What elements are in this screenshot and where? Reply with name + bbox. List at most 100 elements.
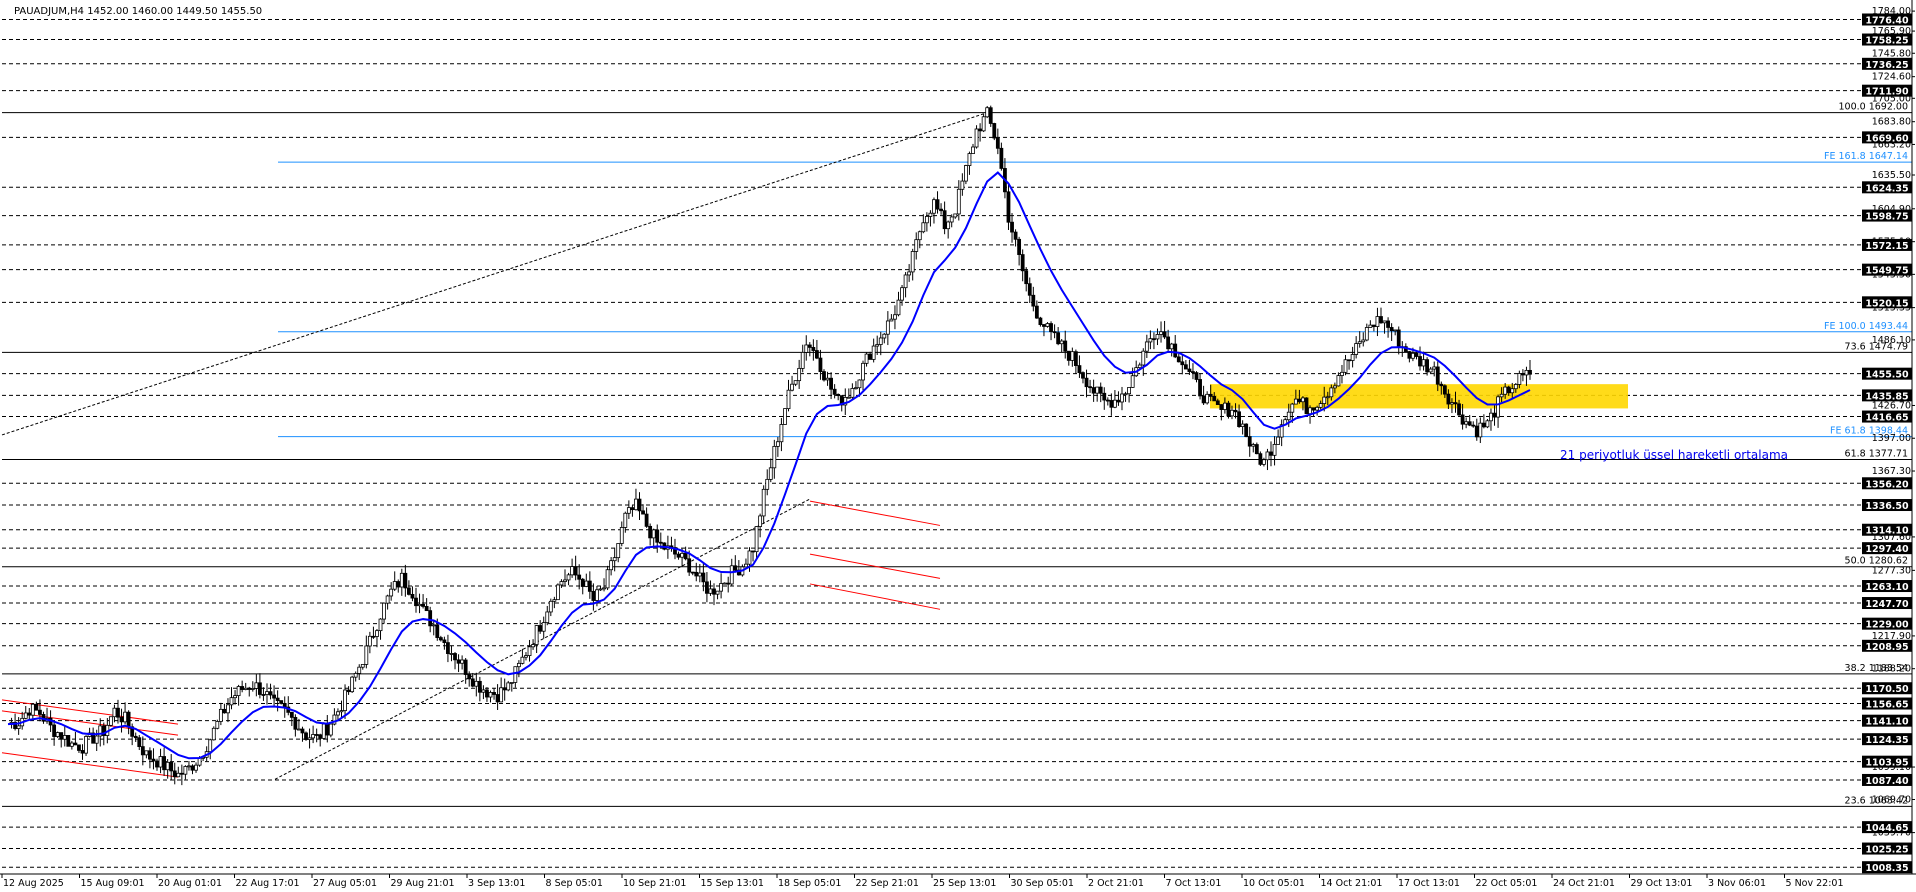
- candle-body: [754, 526, 759, 553]
- candle-body: [236, 686, 241, 697]
- candle-body: [1446, 393, 1451, 405]
- candle-body: [155, 760, 159, 768]
- candle-body: [84, 736, 88, 754]
- candle-body: [690, 571, 695, 574]
- candle-body: [605, 569, 610, 589]
- candle-body: [832, 388, 837, 395]
- candle-body: [1148, 338, 1153, 343]
- candle-body: [1024, 270, 1029, 285]
- candle-body: [1152, 338, 1156, 341]
- candle-body: [474, 680, 479, 687]
- candle-body: [133, 735, 138, 739]
- x-tick-label: 17 Oct 13:01: [1398, 878, 1460, 888]
- candle-body: [1389, 327, 1394, 332]
- candle-body: [1059, 340, 1064, 345]
- candle-body: [1244, 423, 1249, 437]
- price-level-label: 1141.10: [1865, 717, 1909, 728]
- candle-body: [623, 512, 628, 528]
- candle-body: [978, 128, 982, 132]
- candle-body: [1347, 359, 1351, 362]
- candle-body: [1191, 371, 1195, 374]
- candle-body: [1265, 451, 1270, 461]
- y-tick-label: 1397.00: [1872, 433, 1911, 444]
- candle-body: [66, 735, 71, 747]
- candle-body: [321, 723, 326, 739]
- candle-body: [541, 622, 546, 632]
- candle-body: [1226, 402, 1231, 417]
- candle-body: [289, 711, 294, 718]
- x-tick-label: 7 Oct 13:01: [1166, 878, 1222, 888]
- candle-body: [485, 689, 489, 698]
- candle-body: [1467, 421, 1472, 426]
- candle-body: [1354, 343, 1359, 355]
- candle-body: [1212, 395, 1217, 402]
- candle-body: [516, 662, 521, 668]
- candle-body: [1045, 323, 1050, 327]
- candle-body: [187, 765, 191, 768]
- y-tick-label: 1069.70: [1872, 794, 1911, 805]
- candle-body: [1166, 336, 1171, 350]
- candle-body: [1350, 354, 1355, 361]
- candle-body: [371, 635, 376, 638]
- candle-body: [112, 707, 117, 718]
- candle-body: [797, 367, 802, 382]
- candle-body: [304, 732, 308, 740]
- candle-body: [1471, 424, 1476, 427]
- candle-body: [506, 682, 511, 691]
- candle-body: [889, 318, 894, 322]
- candle-body: [126, 711, 131, 728]
- candle-body: [985, 107, 990, 118]
- x-tick-label: 3 Sep 13:01: [468, 878, 525, 888]
- candle-body: [587, 580, 592, 592]
- candle-body: [1183, 364, 1188, 370]
- y-tick-label: 1635.50: [1872, 170, 1911, 181]
- candle-body: [137, 737, 142, 747]
- candle-body: [1205, 393, 1210, 404]
- candle-body: [1006, 191, 1011, 223]
- candle-body: [30, 703, 35, 716]
- candle-body: [655, 529, 660, 543]
- candle-body: [364, 645, 369, 665]
- candle-body: [55, 732, 60, 737]
- candle-body: [974, 128, 979, 148]
- candle-body: [300, 728, 305, 734]
- candle-body: [705, 581, 709, 594]
- fe-label: FE 100.0 1493.44: [1824, 321, 1908, 332]
- candle-body: [456, 659, 461, 664]
- candle-body: [790, 383, 794, 391]
- candle-body: [144, 750, 149, 756]
- candle-body: [712, 588, 716, 595]
- candle-body: [346, 689, 351, 693]
- x-tick-label: 20 Aug 01:01: [158, 878, 222, 888]
- candle-body: [438, 637, 443, 641]
- candle-body: [1208, 393, 1213, 397]
- candle-body: [1521, 373, 1525, 376]
- candle-body: [1127, 386, 1132, 395]
- candle-body: [38, 709, 42, 715]
- candle-body: [265, 691, 269, 695]
- candle-body: [1116, 399, 1121, 403]
- price-level-label: 1025.25: [1865, 845, 1908, 856]
- candle-body: [726, 582, 731, 585]
- candle-body: [850, 388, 855, 398]
- y-tick-label: 1188.20: [1872, 664, 1911, 675]
- candle-body: [1503, 386, 1508, 395]
- candle-body: [1013, 231, 1018, 240]
- candle-body: [1506, 386, 1511, 394]
- candle-body: [1393, 329, 1398, 332]
- candle-body: [619, 527, 624, 544]
- candle-body: [1034, 305, 1039, 319]
- candle-body: [1318, 403, 1323, 408]
- candle-body: [1382, 320, 1387, 324]
- y-tick-label: 1277.30: [1872, 565, 1911, 576]
- candle-body: [1496, 396, 1500, 418]
- candle-body: [406, 587, 411, 595]
- price-level-label: 1711.90: [1865, 87, 1909, 98]
- candle-body: [609, 560, 614, 571]
- candle-body: [1442, 385, 1447, 395]
- candle-body: [1425, 359, 1430, 373]
- x-tick-label: 14 Oct 21:01: [1321, 878, 1383, 888]
- x-tick-label: 10 Sep 21:01: [623, 878, 686, 888]
- candle-body: [1474, 425, 1479, 438]
- candle-body: [428, 610, 433, 627]
